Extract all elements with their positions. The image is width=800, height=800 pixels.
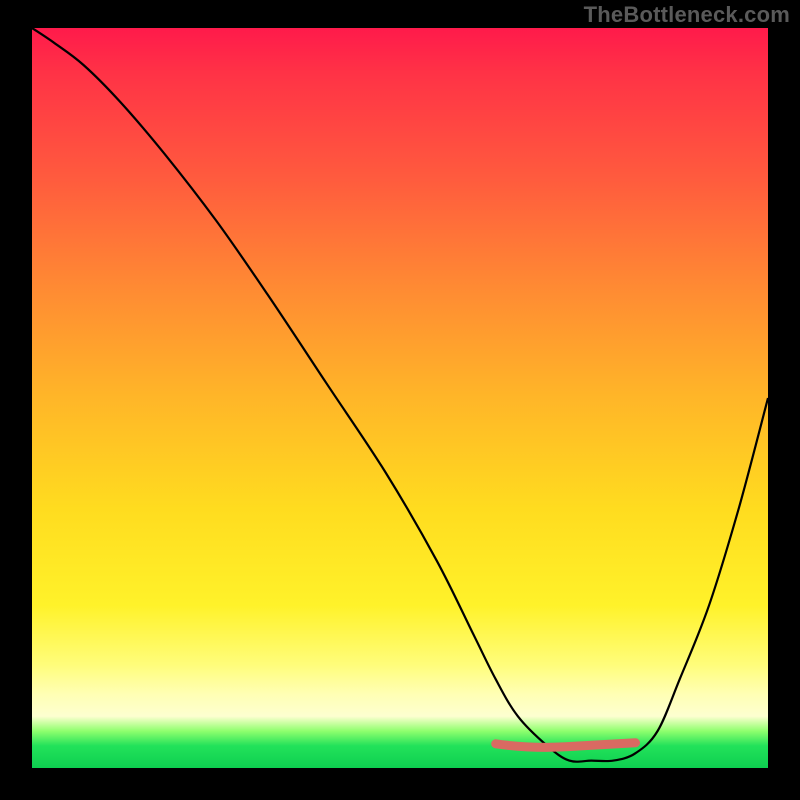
chart-stage: TheBottleneck.com xyxy=(0,0,800,800)
watermark-text: TheBottleneck.com xyxy=(584,2,790,28)
curve-svg xyxy=(32,28,768,768)
bottleneck-curve-line xyxy=(32,28,768,762)
flat-region-highlight xyxy=(496,743,636,748)
plot-area xyxy=(32,28,768,768)
